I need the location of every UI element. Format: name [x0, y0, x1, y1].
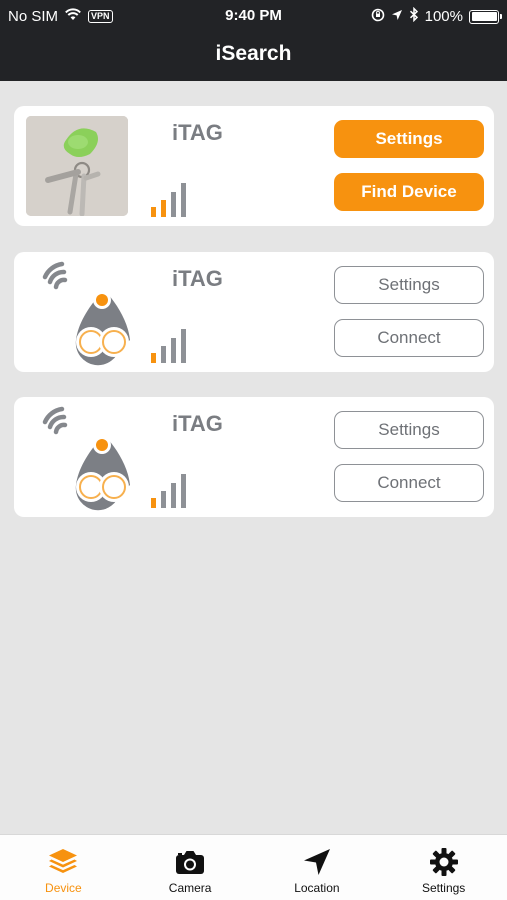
tag-device-icon: [42, 261, 130, 366]
top-bar: No SIM VPN 9:40 PM 100% iSearch: [0, 0, 507, 81]
device-card: iTAG Settings Find Device: [14, 106, 494, 226]
signal-strength-icon: [151, 474, 186, 508]
device-photo: [26, 116, 128, 216]
camera-icon: [176, 851, 205, 874]
device-name: iTAG: [172, 120, 223, 145]
connect-button[interactable]: Connect: [334, 319, 484, 357]
tab-label: Location: [294, 881, 340, 895]
tab-device[interactable]: Device: [0, 835, 127, 900]
tab-camera[interactable]: Camera: [127, 835, 254, 900]
status-bar: No SIM VPN 9:40 PM 100%: [0, 0, 507, 32]
connect-button[interactable]: Connect: [334, 464, 484, 502]
battery-icon: [469, 9, 502, 24]
device-card: iTAG Settings Connect: [14, 397, 494, 517]
tab-label: Settings: [421, 881, 466, 895]
tab-label: Device: [45, 881, 82, 895]
location-arrow-icon: [303, 849, 330, 875]
tab-location[interactable]: Location: [254, 835, 381, 900]
orientation-lock-icon: [371, 8, 385, 26]
device-settings-button[interactable]: Settings: [334, 266, 484, 304]
signal-strength-icon: [151, 183, 186, 217]
location-services-icon: [391, 8, 403, 25]
device-settings-button[interactable]: Settings: [334, 120, 484, 158]
device-card: iTAG Settings Connect: [14, 252, 494, 372]
tab-bar: Device Camera Location Settings: [0, 834, 507, 900]
status-right: 100%: [371, 6, 502, 26]
tab-settings[interactable]: Settings: [380, 835, 507, 900]
device-name: iTAG: [172, 266, 223, 291]
signal-strength-icon: [151, 329, 186, 363]
layers-icon: [49, 849, 78, 873]
gear-icon: [429, 848, 458, 876]
app-screen: No SIM VPN 9:40 PM 100% iSearch iTAG Set…: [0, 0, 507, 900]
page-title: iSearch: [215, 42, 292, 65]
device-name: iTAG: [172, 411, 223, 436]
battery-percent: 100%: [424, 8, 463, 25]
tab-label: Camera: [168, 881, 212, 895]
find-device-button[interactable]: Find Device: [334, 173, 484, 211]
tag-device-icon: [42, 406, 130, 511]
device-settings-button[interactable]: Settings: [334, 411, 484, 449]
bluetooth-icon: [409, 6, 419, 26]
